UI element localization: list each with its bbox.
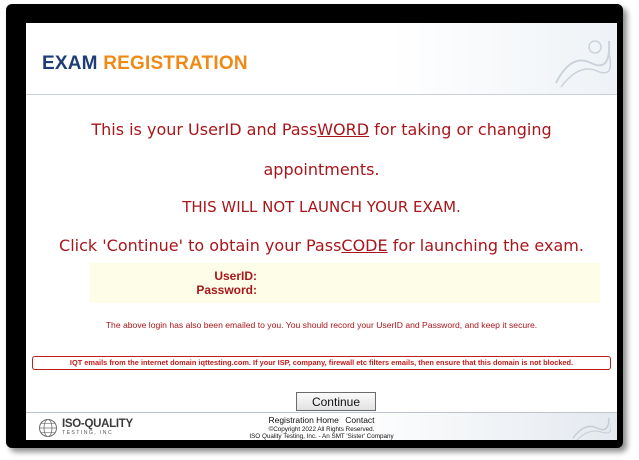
window-frame: EXAM REGISTRATION This is your UserID an…: [6, 4, 623, 448]
credentials-box: UserID: Password:: [90, 263, 600, 303]
contact-link[interactable]: Contact: [345, 415, 374, 425]
title-registration: REGISTRATION: [103, 53, 248, 74]
message-passcode: Click 'Continue' to obtain your PassCODE…: [26, 236, 617, 255]
message-line4-pre: Click 'Continue' to obtain your Pass: [59, 236, 342, 255]
message-appointments: appointments.: [263, 160, 380, 179]
message-line1-post: for taking or changing: [369, 120, 552, 139]
message-userid-password: This is your UserID and PassWORD for tak…: [26, 120, 617, 139]
password-row: Password:: [196, 283, 257, 297]
message-line4-underlined: CODE: [341, 236, 388, 255]
footer-company: ISO Quality Testing, Inc. - An SMT 'Sist…: [249, 433, 394, 440]
header-decoration-icon: [555, 40, 611, 88]
continue-button[interactable]: Continue: [296, 392, 376, 411]
message-line4-post: for launching the exam.: [387, 236, 584, 255]
userid-row: UserID:: [214, 269, 257, 283]
message-not-launch: THIS WILL NOT LAUNCH YOUR EXAM.: [182, 198, 461, 216]
password-label: Password:: [196, 283, 257, 297]
footer-copyright: ©Copyright 2022 All Rights Reserved.: [268, 426, 375, 433]
page-header: EXAM REGISTRATION: [26, 23, 617, 95]
page-title: EXAM REGISTRATION: [42, 53, 248, 75]
footer-decoration-icon: [572, 417, 611, 440]
title-exam: EXAM: [42, 53, 98, 74]
footer-links: Registration Home Contact: [26, 415, 617, 425]
registration-home-link[interactable]: Registration Home: [268, 415, 338, 425]
domain-warning: IQT emails from the internet domain iqtt…: [32, 356, 611, 370]
message-line1-pre: This is your UserID and Pass: [91, 120, 318, 139]
page-footer: ISO-QUALITY TESTING, INC Registration Ho…: [26, 412, 617, 440]
registration-page: EXAM REGISTRATION This is your UserID an…: [26, 23, 617, 440]
emailed-note: The above login has also been emailed to…: [105, 320, 538, 330]
userid-label: UserID:: [214, 269, 257, 283]
message-line1-underlined: WORD: [317, 120, 370, 139]
